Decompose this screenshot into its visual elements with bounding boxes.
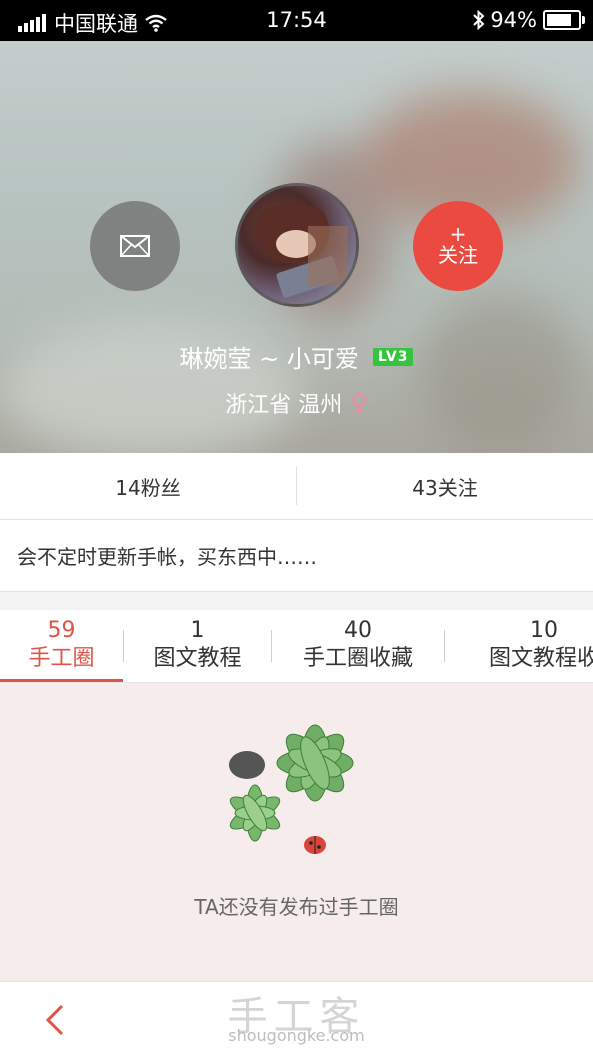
tab-count: 10 — [530, 618, 558, 643]
level-badge: LV3 — [372, 347, 414, 366]
tab-label: 手工圈收藏 — [302, 646, 413, 671]
tab-label: 手工圈 — [28, 646, 95, 671]
profile-header: + 关注 琳婉莹 ~ 小可爱 LV3 浙江省 温州 ♀ — [0, 41, 593, 453]
tab-count: 59 — [47, 618, 76, 643]
tab-tutorials[interactable]: 1 图文教程 — [124, 610, 271, 682]
battery-icon — [543, 10, 585, 30]
follow-button[interactable]: + 关注 — [413, 201, 503, 291]
ladybug-icon — [304, 836, 326, 854]
message-button[interactable] — [90, 201, 180, 291]
following-count[interactable]: 43关注 — [297, 453, 593, 519]
female-icon: ♀ — [350, 389, 368, 417]
empty-message: TA还没有发布过手工圈 — [194, 895, 399, 919]
tab-circle-favorites[interactable]: 40 手工圈收藏 — [272, 610, 444, 682]
bio: 会不定时更新手帐，买东西中…… — [17, 544, 317, 569]
battery-percent: 94% — [490, 8, 537, 32]
tab-tutorial-favorites[interactable]: 10 图文教程收 — [445, 610, 593, 682]
succulent-plant-illustration — [229, 724, 354, 854]
status-bar: 中国联通 17:54 94% — [0, 0, 593, 41]
tab-label: 图文教程收 — [488, 646, 593, 671]
stats-row: 14粉丝 43关注 — [0, 453, 593, 520]
empty-state: TA还没有发布过手工圈 — [0, 683, 593, 981]
follow-label: 关注 — [438, 243, 478, 267]
avatar[interactable] — [235, 183, 359, 307]
tab-count: 40 — [344, 618, 372, 643]
tab-handcraft-circle[interactable]: 59 手工圈 — [0, 610, 123, 682]
bluetooth-icon — [473, 10, 485, 30]
username: 琳婉莹 ~ 小可爱 — [179, 345, 359, 373]
plus-icon: + — [449, 222, 467, 246]
section-divider — [0, 591, 593, 611]
tab-count: 1 — [190, 618, 205, 643]
bottom-bar: 手工客 shougongke.com — [0, 981, 593, 1055]
envelope-icon — [120, 235, 150, 257]
watermark-url: shougongke.com — [228, 1026, 365, 1045]
tab-label: 图文教程 — [153, 646, 242, 671]
location: 浙江省 温州 — [225, 393, 343, 418]
tab-bar: 59 手工圈 1 图文教程 40 手工圈收藏 10 图文教程收 — [0, 610, 593, 683]
fans-count[interactable]: 14粉丝 — [0, 453, 296, 519]
